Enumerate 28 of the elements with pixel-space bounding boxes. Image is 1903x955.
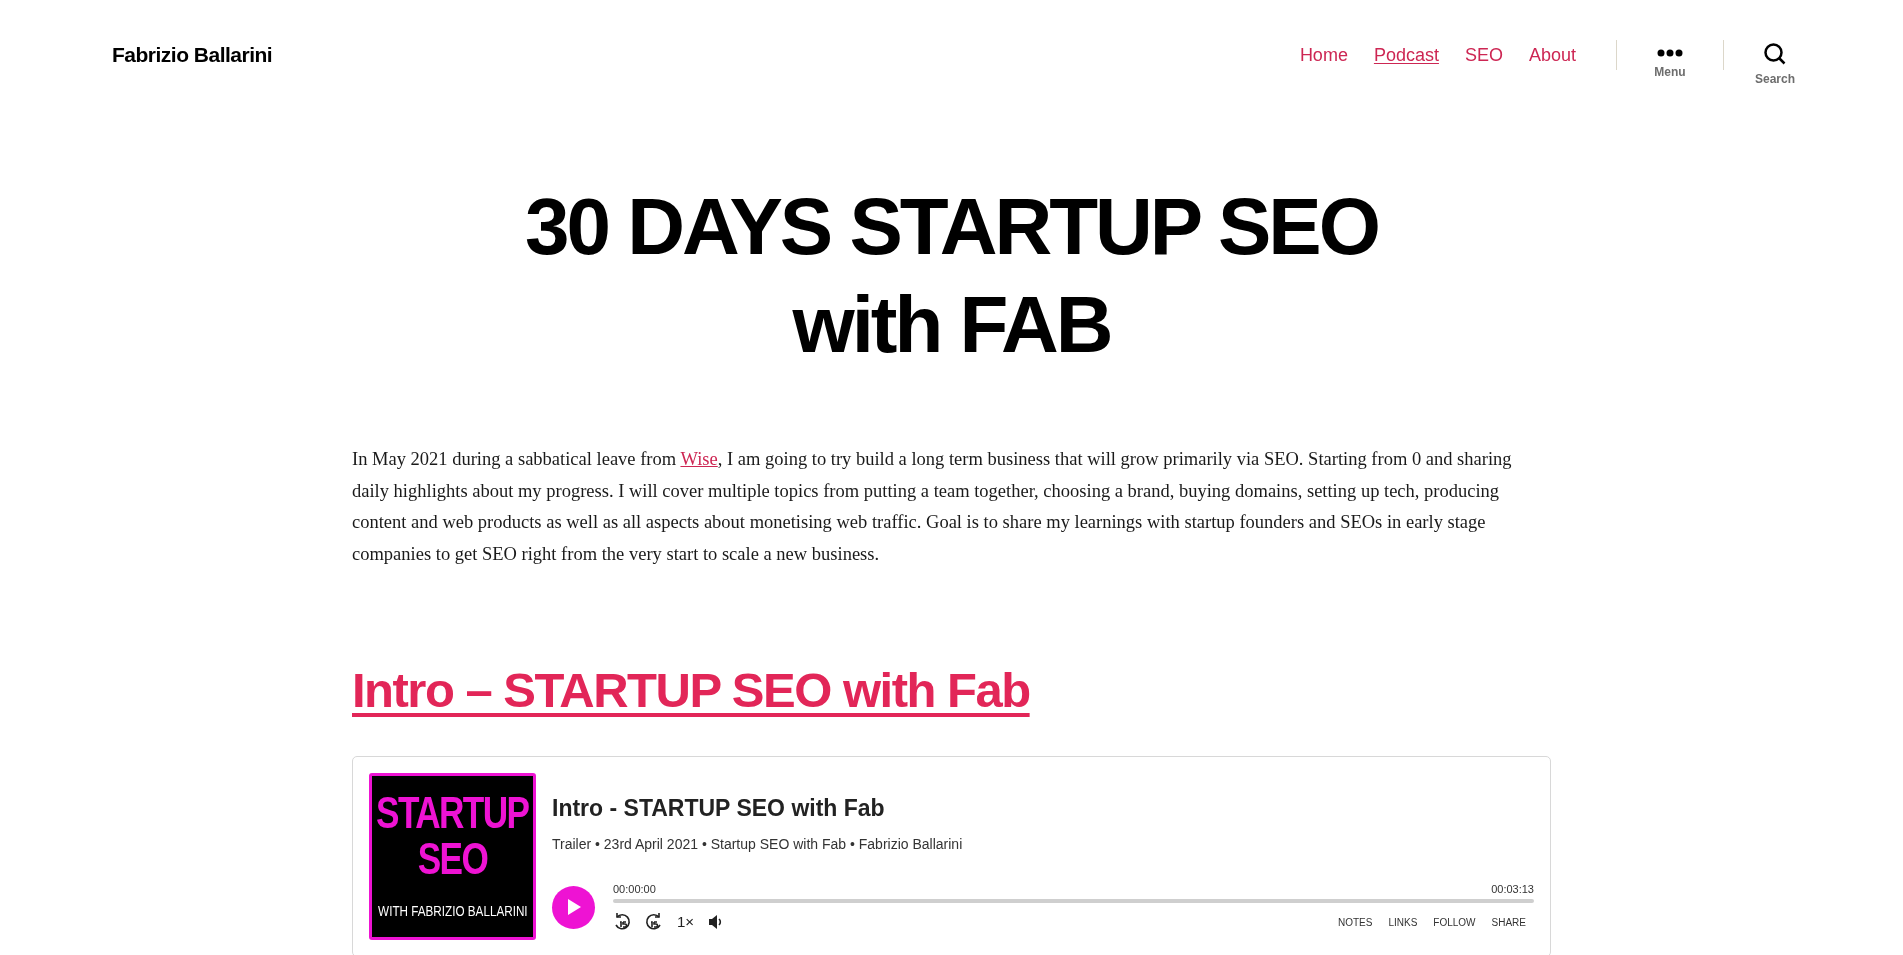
intro-paragraph: In May 2021 during a sabbatical leave from Wise, I am going to try build a long term business that will grow primarily via SEO. Starting from 0 and sharing daily highlights about my progress. I will cover multiple topics from putting a team together, choosing a brand, buying domains, setting up tech, producing content and web products as well as all aspects about monetising web traffic. Goal is to share my learnings with startup founders and SEOs in early stage companies to get SEO right from the very start to scale a new business.: [352, 448, 1513, 566]
duration: 00:03:13: [1491, 881, 1534, 897]
play-icon: [566, 899, 581, 915]
wise-link[interactable]: Wise: [680, 449, 718, 469]
episode-heading[interactable]: Intro – STARTUP SEO with Fab: [352, 660, 1551, 720]
cover-title: STARTUP: [376, 790, 529, 837]
cover-title: SEO: [417, 836, 488, 883]
progress-track[interactable]: [613, 899, 1534, 903]
search-button[interactable]: Search: [1724, 42, 1826, 88]
elapsed-time: 00:00:00: [613, 881, 656, 897]
nav-link[interactable]: Home: [1299, 41, 1348, 69]
page-title: 30 DAYS STARTUP SEO with FAB: [524, 181, 1379, 371]
player-action[interactable]: LINKS: [1388, 914, 1418, 930]
speed-button[interactable]: 1×: [677, 911, 695, 934]
site-title[interactable]: Fabrizio Ballarini: [112, 39, 273, 71]
nav-link[interactable]: About: [1528, 41, 1576, 69]
search-icon: [1763, 42, 1787, 66]
episode-title: Intro - STARTUP SEO with Fab: [552, 794, 886, 823]
play-button[interactable]: [552, 885, 595, 929]
nav-link[interactable]: SEO: [1464, 41, 1503, 69]
more-icon: [1657, 49, 1683, 57]
player-action[interactable]: SHARE: [1491, 914, 1526, 930]
episode-meta: Trailer • 23rd April 2021 • Startup SEO with Fab • Fabrizio Ballarini: [552, 834, 964, 854]
player-action[interactable]: NOTES: [1337, 914, 1373, 930]
menu-button[interactable]: Menu: [1617, 49, 1723, 81]
nav-link[interactable]: Podcast: [1373, 41, 1439, 69]
player-action[interactable]: FOLLOW: [1433, 914, 1476, 930]
cover-subtitle: WITH FABRIZIO BALLARINI: [377, 901, 528, 922]
